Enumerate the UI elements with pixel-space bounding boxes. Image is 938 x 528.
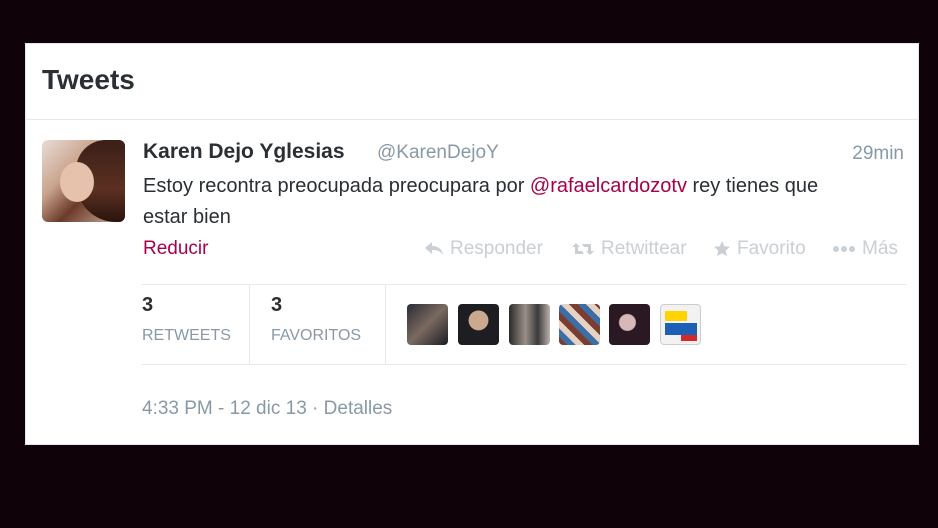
favorites-label: FAVORITOS: [271, 327, 362, 344]
tweet-text: Estoy recontra preocupada preocupara por…: [143, 171, 843, 233]
avatar-graphic: [665, 311, 687, 321]
star-icon: [713, 240, 731, 258]
more-label: Más: [862, 238, 898, 259]
meta-separator: ·: [306, 398, 324, 419]
retweet-button[interactable]: Retwittear: [571, 238, 687, 260]
favoriter-avatar[interactable]: [509, 304, 550, 345]
favorite-label: Favorito: [737, 238, 806, 259]
reply-label: Responder: [450, 238, 543, 259]
favoriter-avatar[interactable]: [559, 304, 600, 345]
more-dots-icon: [832, 245, 856, 253]
retweets-count: 3: [142, 294, 154, 316]
favoriter-avatar[interactable]: [609, 304, 650, 345]
divider: [142, 284, 906, 285]
tweet-text-before: Estoy recontra preocupada preocupara por: [143, 175, 530, 197]
avatar-graphic: [665, 323, 697, 335]
tweet-time-ago[interactable]: 29min: [852, 143, 904, 165]
avatar[interactable]: [42, 140, 125, 222]
tweet-actions: Responder Retwittear Favorito Más: [26, 238, 918, 264]
stat-separator: [385, 285, 386, 364]
divider: [26, 119, 918, 120]
more-button[interactable]: Más: [832, 238, 898, 260]
favorites-count: 3: [271, 294, 283, 316]
tweet-timestamp: 4:33 PM - 12 dic 13: [142, 398, 307, 419]
favorites-stat[interactable]: 3 FAVORITOS: [271, 294, 361, 345]
tweet-card: Tweets Karen Dejo Yglesias @KarenDejoY 2…: [25, 43, 919, 445]
retweet-icon: [571, 241, 595, 257]
author-name[interactable]: Karen Dejo Yglesias: [143, 140, 345, 164]
author-handle[interactable]: @KarenDejoY: [377, 142, 499, 164]
retweet-label: Retwittear: [601, 238, 687, 259]
divider: [142, 364, 906, 365]
favorite-button[interactable]: Favorito: [713, 238, 806, 260]
reply-icon: [424, 241, 444, 257]
stat-separator: [249, 285, 250, 364]
reply-button[interactable]: Responder: [424, 238, 543, 260]
mention-link[interactable]: @rafaelcardozotv: [530, 175, 687, 197]
tweet-meta: 4:33 PM - 12 dic 13 · Detalles: [142, 398, 392, 420]
favoriter-avatar[interactable]: [407, 304, 448, 345]
favoriter-avatar[interactable]: [660, 304, 701, 345]
details-link[interactable]: Detalles: [324, 398, 393, 419]
avatar-face: [60, 162, 94, 202]
favoriter-avatar[interactable]: [458, 304, 499, 345]
retweets-label: RETWEETS: [142, 327, 231, 344]
page-title: Tweets: [42, 64, 135, 95]
retweets-stat[interactable]: 3 RETWEETS: [142, 294, 231, 345]
avatar-graphic: [681, 335, 697, 341]
